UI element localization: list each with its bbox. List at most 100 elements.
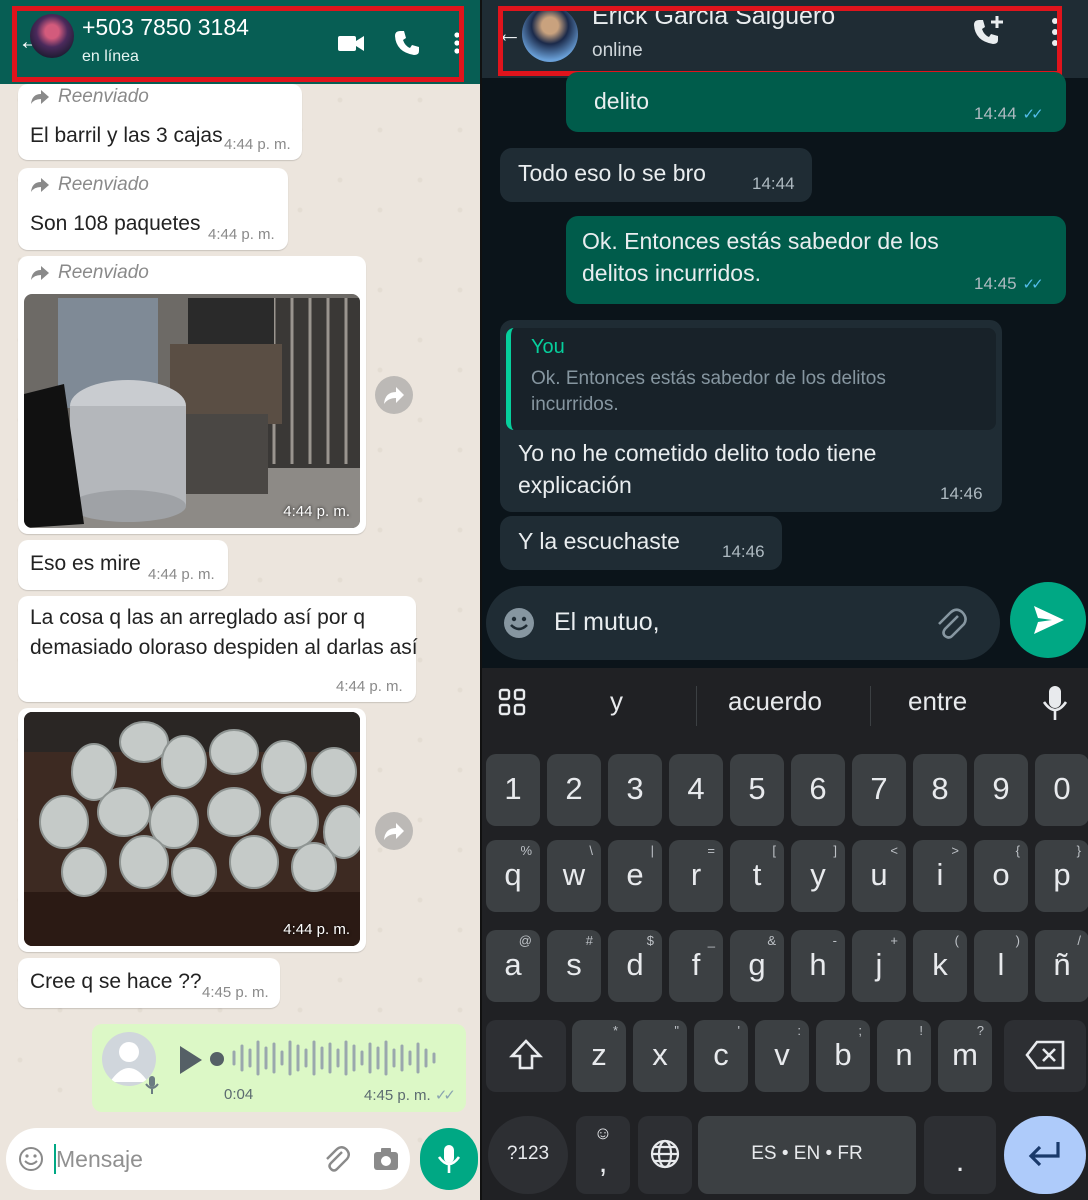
message-bubble[interactable]: Eso es mire 4:44 p. m.	[18, 540, 228, 590]
message-bubble-outgoing[interactable]: Ok. Entonces estás sabedor de los delito…	[566, 216, 1066, 304]
message-bubble-incoming[interactable]: Y la escuchaste 14:46	[500, 516, 782, 570]
photo-packages-table[interactable]: 4:44 p. m.	[24, 712, 360, 946]
message-bubble[interactable]: Reenviado Son 108 paquetes 4:44 p. m.	[18, 168, 288, 250]
contact-name[interactable]: Erick Garcia Salguero	[592, 2, 835, 31]
emoji-icon[interactable]	[502, 606, 536, 640]
key-g[interactable]: g &	[730, 930, 784, 1002]
key-b[interactable]: b;	[816, 1020, 870, 1092]
contact-name[interactable]: +503 7850 3184	[82, 14, 249, 41]
message-bubble-incoming[interactable]: You Ok. Entonces estás sabedor de los de…	[500, 320, 1002, 512]
playback-scrubber[interactable]	[210, 1052, 224, 1066]
photo-packages-barrel[interactable]: 4:44 p. m.	[24, 294, 360, 528]
key-ñ[interactable]: ñ /	[1035, 930, 1088, 1002]
key-alt-label: #	[585, 933, 593, 948]
message-bubble[interactable]: La cosa q las an arreglado así por q dem…	[18, 596, 418, 702]
key-1[interactable]: 1	[486, 754, 540, 826]
key-z[interactable]: z *	[572, 1020, 626, 1092]
image-message[interactable]: Reenviado 4:44 p. m.	[18, 256, 366, 534]
photo-image	[24, 712, 360, 946]
space-key[interactable]: ES • EN • FR	[698, 1116, 916, 1194]
mic-button[interactable]	[420, 1128, 478, 1190]
key-t[interactable]: t[	[730, 840, 784, 912]
message-bubble[interactable]: Cree q se hace ?? 4:45 p. m.	[18, 958, 280, 1008]
quoted-message[interactable]: You Ok. Entonces estás sabedor de los de…	[506, 328, 996, 430]
key-label: a	[504, 947, 522, 982]
back-arrow-icon[interactable]: ←	[496, 18, 522, 49]
attach-icon[interactable]	[934, 606, 968, 642]
key-o[interactable]: o{	[974, 840, 1028, 912]
key-5[interactable]: 5	[730, 754, 784, 826]
voice-call-icon[interactable]	[392, 28, 422, 58]
language-key[interactable]	[638, 1116, 692, 1194]
suggestion-3[interactable]: entre	[908, 686, 967, 717]
key-label: q	[504, 857, 522, 892]
send-button[interactable]	[1010, 582, 1086, 658]
key-c[interactable]: c '	[694, 1020, 748, 1092]
message-bubble-incoming[interactable]: Todo eso lo se bro 14:44	[500, 148, 812, 202]
key-s[interactable]: s #	[547, 930, 601, 1002]
key-e[interactable]: e |	[608, 840, 662, 912]
message-input[interactable]: Mensaje	[6, 1128, 410, 1190]
forward-arrow-icon	[31, 90, 49, 104]
forwarded-label: Reenviado	[30, 262, 149, 284]
backspace-key[interactable]	[1004, 1020, 1086, 1092]
symbols-key[interactable]: ?123	[488, 1116, 568, 1194]
add-call-icon[interactable]	[972, 14, 1006, 50]
voice-message[interactable]: 0:04 4:45 p. m. ✓✓	[92, 1024, 466, 1112]
emoji-icon[interactable]	[18, 1146, 44, 1172]
message-bubble[interactable]: Reenviado El barril y las 3 cajas 4:44 p…	[18, 84, 302, 160]
key-y[interactable]: y]	[791, 840, 845, 912]
enter-key[interactable]	[1004, 1116, 1086, 1194]
more-options-icon[interactable]	[1048, 14, 1062, 50]
comma-key[interactable]: ☺ ,	[576, 1116, 630, 1194]
key-f[interactable]: f _	[669, 930, 723, 1002]
key-alt-label: &	[767, 933, 776, 948]
key-3[interactable]: 3	[608, 754, 662, 826]
play-button[interactable]	[180, 1046, 202, 1074]
key-i[interactable]: i >	[913, 840, 967, 912]
attach-icon[interactable]	[322, 1144, 350, 1174]
key-x[interactable]: x "	[633, 1020, 687, 1092]
key-2[interactable]: 2	[547, 754, 601, 826]
key-0[interactable]: 0	[1035, 754, 1088, 826]
message-bubble-outgoing[interactable]: delito 14:44 ✓✓	[566, 72, 1066, 132]
key-label: 7	[870, 771, 888, 806]
key-m[interactable]: m?	[938, 1020, 992, 1092]
key-alt-label: (	[954, 933, 959, 948]
key-l[interactable]: l)	[974, 930, 1028, 1002]
key-9[interactable]: 9	[974, 754, 1028, 826]
video-call-icon[interactable]	[336, 28, 366, 58]
message-input[interactable]: El mutuo,	[486, 586, 1000, 660]
key-v[interactable]: v:	[755, 1020, 809, 1092]
more-options-icon[interactable]	[442, 28, 472, 58]
key-k[interactable]: k(	[913, 930, 967, 1002]
forward-button[interactable]	[375, 376, 413, 414]
key-r[interactable]: r =	[669, 840, 723, 912]
message-time: 14:46	[722, 542, 765, 561]
key-6[interactable]: 6	[791, 754, 845, 826]
key-h[interactable]: h-	[791, 930, 845, 1002]
period-key[interactable]: .	[924, 1116, 996, 1194]
forward-button[interactable]	[375, 812, 413, 850]
camera-icon[interactable]	[372, 1146, 400, 1172]
key-label: l	[997, 947, 1005, 982]
key-n[interactable]: n!	[877, 1020, 931, 1092]
key-w[interactable]: w \	[547, 840, 601, 912]
contact-avatar[interactable]	[522, 6, 578, 62]
key-p[interactable]: p}	[1035, 840, 1088, 912]
key-4[interactable]: 4	[669, 754, 723, 826]
key-8[interactable]: 8	[913, 754, 967, 826]
apps-grid-icon[interactable]	[498, 688, 526, 716]
key-7[interactable]: 7	[852, 754, 906, 826]
voice-input-icon[interactable]	[1042, 684, 1068, 722]
shift-key[interactable]	[486, 1020, 566, 1092]
key-j[interactable]: j +	[852, 930, 906, 1002]
key-d[interactable]: d $	[608, 930, 662, 1002]
key-a[interactable]: a @	[486, 930, 540, 1002]
key-q[interactable]: q%	[486, 840, 540, 912]
key-u[interactable]: u <	[852, 840, 906, 912]
contact-avatar[interactable]	[30, 14, 74, 58]
suggestion-1[interactable]: y	[610, 686, 623, 717]
image-message[interactable]: 4:44 p. m.	[18, 708, 366, 952]
suggestion-2[interactable]: acuerdo	[728, 686, 822, 717]
